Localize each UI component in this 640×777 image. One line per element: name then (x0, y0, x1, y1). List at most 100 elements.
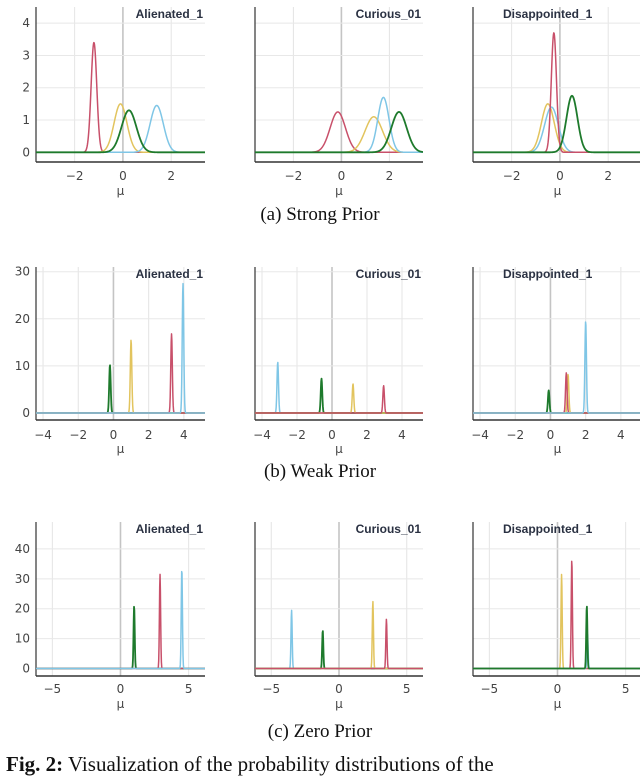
x-tick-label: 5 (622, 682, 630, 696)
x-tick-label: 2 (145, 428, 153, 442)
curve-blue (473, 633, 640, 670)
caption-weak-prior: (b) Weak Prior (263, 461, 377, 482)
y-tick-label: 20 (15, 312, 30, 326)
x-tick-label: −5 (262, 682, 280, 696)
curve-green (36, 109, 205, 154)
curve-red (255, 111, 423, 154)
y-tick-label: 30 (15, 572, 30, 586)
x-axis-label: μ (117, 442, 125, 456)
panel-zero-prior-curious: −5 0 5 μ Curious_01 (254, 522, 423, 711)
x-axis-label: μ (335, 697, 343, 711)
x-tick-label: −2 (503, 169, 521, 183)
panel-title: Curious_01 (356, 522, 422, 536)
panel-strong-prior-curious: −2 0 2 μ Curious_01 (254, 7, 423, 198)
curve-red (36, 41, 205, 154)
y-tick-label: 20 (15, 602, 30, 616)
x-tick-label: 0 (328, 428, 336, 442)
panel-strong-prior-disappointed: −2 0 2 μ Disappointed_1 (472, 7, 640, 198)
curve-yellow (473, 573, 640, 670)
curve-green (36, 364, 205, 414)
curve-yellow (473, 373, 640, 414)
x-tick-label: 0 (119, 169, 127, 183)
x-tick-label: 2 (363, 428, 371, 442)
x-tick-label: 0 (338, 169, 346, 183)
x-axis-label: μ (335, 442, 343, 456)
caption-strong-prior: (a) Strong Prior (260, 204, 380, 225)
x-tick-label: 2 (386, 169, 394, 183)
x-tick-label: 4 (180, 428, 188, 442)
x-tick-label: −4 (34, 428, 52, 442)
panel-weak-prior-curious: −4 −2 0 2 4 μ Curious_01 (253, 267, 423, 456)
y-tick-label: 0 (22, 145, 30, 159)
y-tick-label: 10 (15, 359, 30, 373)
y-tick-label: 3 (22, 48, 30, 62)
y-tick-label: 30 (15, 265, 30, 279)
figure-caption-text: Visualization of the probability distrib… (63, 752, 494, 776)
x-axis-label: μ (117, 697, 125, 711)
x-tick-label: −2 (506, 428, 524, 442)
x-tick-label: 2 (582, 428, 590, 442)
curve-green (255, 377, 423, 414)
curve-green (473, 94, 640, 154)
panel-title: Curious_01 (356, 267, 422, 281)
panel-title: Alienated_1 (136, 7, 204, 21)
x-tick-label: 5 (403, 682, 411, 696)
x-tick-label: 0 (556, 169, 564, 183)
curve-red (473, 560, 640, 670)
x-tick-label: 0 (110, 428, 118, 442)
x-tick-label: 0 (554, 682, 562, 696)
figure: −2 0 201234μAlienated_1−2 0 2μCurious_01−2 0 2… (15, 7, 640, 711)
y-tick-label: 2 (22, 81, 30, 95)
panel-title: Curious_01 (356, 7, 422, 21)
curve-green (473, 389, 640, 414)
panel-title: Alienated_1 (136, 522, 204, 536)
series-group (255, 96, 423, 154)
figure-caption-label: Fig. 2: (6, 752, 64, 776)
x-axis-label: μ (335, 184, 343, 198)
panel-title: Disappointed_1 (503, 7, 593, 21)
series-group (36, 41, 205, 154)
curve-blue (255, 96, 423, 154)
panel-title: Disappointed_1 (503, 522, 593, 536)
x-tick-label: −2 (285, 169, 303, 183)
panel-weak-prior-alienated: −4 −2 0 2 4 0 10 20 30 μ Alienated_1 (15, 265, 205, 456)
panel-zero-prior-alienated: −5 0 5 0 10 20 30 40 μ Alienated_1 (15, 522, 205, 711)
panel-title: Alienated_1 (136, 267, 204, 281)
curve-green (473, 605, 640, 670)
y-tick-label: 40 (15, 542, 30, 556)
series-group (255, 361, 423, 414)
y-tick-label: 4 (22, 16, 30, 30)
y-tick-label: 1 (22, 113, 30, 127)
x-tick-label: 4 (398, 428, 406, 442)
panel-zero-prior-disappointed: −5 0 5 μ Disappointed_1 (472, 522, 640, 711)
curve-blue (473, 321, 640, 414)
x-axis-label: μ (554, 442, 562, 456)
series-group (473, 32, 640, 154)
x-tick-label: −5 (481, 682, 499, 696)
curve-red (36, 333, 205, 414)
x-tick-label: −5 (44, 682, 62, 696)
curve-green (255, 111, 423, 154)
caption-zero-prior: (c) Zero Prior (267, 721, 373, 742)
x-tick-label: 4 (617, 428, 625, 442)
series-group (473, 321, 640, 414)
x-tick-label: 0 (547, 428, 555, 442)
x-tick-label: −2 (66, 169, 84, 183)
x-axis-label: μ (554, 184, 562, 198)
x-axis-label: μ (554, 697, 562, 711)
x-tick-label: −2 (69, 428, 87, 442)
series-group (36, 282, 205, 414)
x-tick-label: 5 (185, 682, 193, 696)
series-group (473, 560, 640, 670)
curve-red (473, 372, 640, 414)
panel-strong-prior-alienated: −2 0 2 0 1 2 3 4 μ Alienated_1 (22, 7, 205, 198)
y-tick-label: 10 (15, 632, 30, 646)
curve-yellow (473, 103, 640, 154)
x-tick-label: −4 (471, 428, 489, 442)
x-axis-label: μ (117, 184, 125, 198)
y-tick-label: 0 (22, 406, 30, 420)
x-tick-label: 0 (335, 682, 343, 696)
curve-blue (255, 361, 423, 414)
panel-title: Disappointed_1 (503, 267, 593, 281)
x-tick-label: −2 (288, 428, 306, 442)
